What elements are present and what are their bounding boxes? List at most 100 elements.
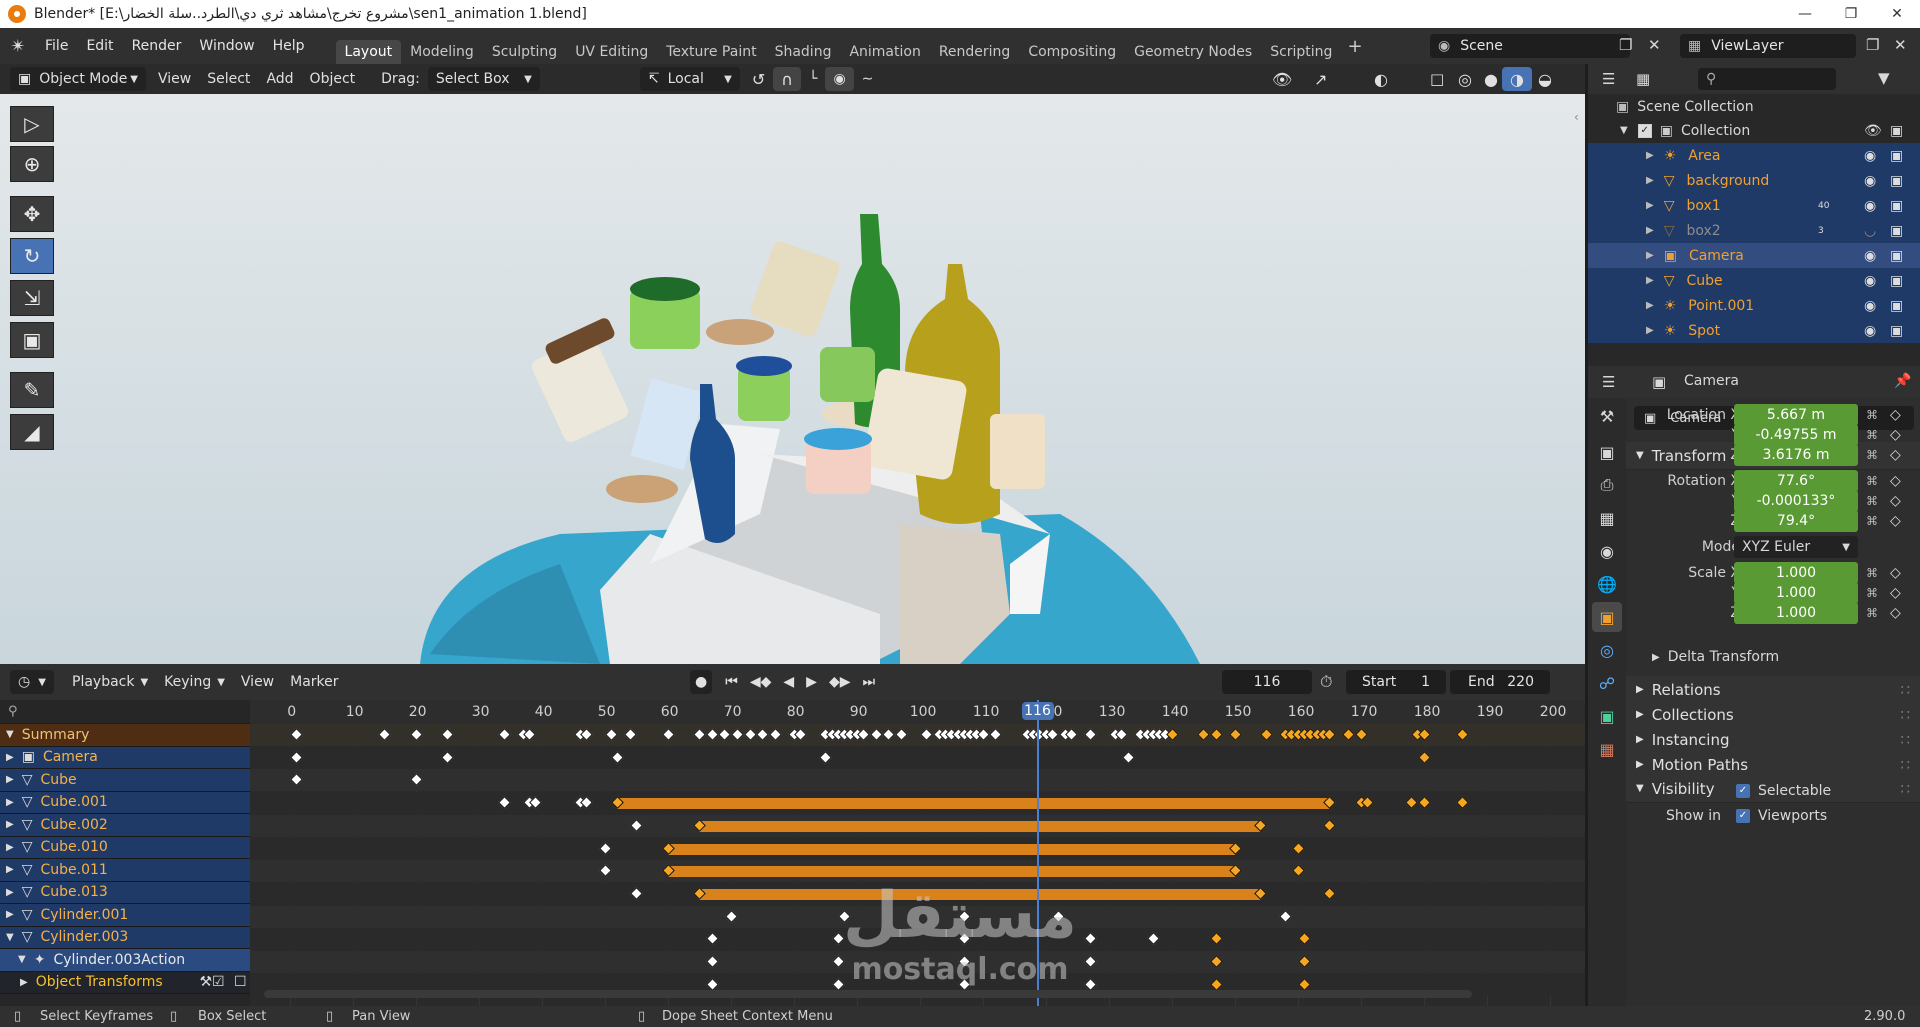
stopwatch-icon[interactable]: ⏱ [1320,672,1332,692]
keyframe[interactable] [705,728,719,741]
keyframe-hold-bar[interactable] [667,843,1235,855]
chevron-right-icon[interactable]: ▶ [6,819,14,830]
keyframe-row[interactable] [250,882,1585,905]
lock-icon[interactable]: ⌘ [1866,448,1878,462]
gizmo-icon[interactable]: ↗ [1306,67,1335,91]
keyframe[interactable] [409,773,423,787]
play-reverse-icon[interactable]: ◀ [780,670,797,694]
delete-scene-icon[interactable]: ✕ [1648,36,1661,54]
pin-icon[interactable]: 📌 [1894,373,1911,389]
keyframe[interactable] [498,728,511,741]
tab-compositing[interactable]: Compositing [1019,40,1125,64]
jump-end-icon[interactable]: ⏭ [859,670,878,694]
snap-magnet-icon[interactable]: ∩ [773,67,801,91]
render-tab-icon[interactable]: ▣ [1592,437,1622,467]
drag-select-box-dropdown[interactable]: Select Box ▼ [427,67,540,91]
render-camera-icon[interactable]: ▣ [1890,223,1903,239]
overlays-icon[interactable]: ◐ [1366,67,1396,91]
mode-selector[interactable]: ▣ Object Mode ▼ [10,67,146,91]
render-camera-icon[interactable]: ▣ [1890,198,1903,214]
keyframe-row[interactable] [250,905,1585,928]
keyframe-selected[interactable] [1417,796,1431,809]
keyframe[interactable] [290,773,303,787]
keyframe[interactable] [768,728,782,741]
keyframe-selected[interactable] [1298,977,1311,991]
keyframe-diamond-icon[interactable]: ◇ [1890,585,1901,601]
eye-icon[interactable]: 👁 [1864,123,1882,139]
close-icon[interactable]: ✕ [1874,0,1920,28]
filter-view-icon[interactable]: ▦ [1636,70,1650,88]
outliner-item-background[interactable]: ▶ ▽ background ◉ ▣ [1588,168,1920,193]
keyframe-diamond-icon[interactable]: ◇ [1890,447,1901,463]
keyframe-hold-bar[interactable] [617,798,1330,810]
delta-transform-row[interactable]: ▶ Delta Transform [1626,646,1920,668]
playhead-frame-label[interactable]: 116 [1021,702,1054,720]
outliner-item-box2[interactable]: ▶ ▽ box2 3 ◡ ▣ [1588,218,1920,243]
keyframe[interactable] [894,728,908,741]
menu-render[interactable]: Render [123,38,191,54]
keyframe[interactable] [409,728,423,741]
collection-checkbox[interactable]: ✓ [1637,123,1652,138]
lock-icon[interactable]: ⌘ [1866,566,1878,580]
keyframe-selected[interactable] [1455,796,1469,809]
keyframe-selected[interactable] [1323,887,1337,900]
visibility-icon[interactable]: 👁 [1264,67,1300,91]
keyframe[interactable] [1083,955,1097,968]
keyframe[interactable] [598,864,612,878]
section-collections[interactable]: ▶ Collections ∷ [1626,701,1920,729]
keyframe-selected[interactable] [1260,728,1274,741]
tab-shading[interactable]: Shading [766,40,841,64]
channel-cylinder-003action[interactable]: ▼ ✦ Cylinder.003Action [0,949,250,972]
render-camera-icon[interactable]: ▣ [1890,173,1903,189]
keyframe-selected[interactable] [1342,728,1355,741]
eye-icon[interactable]: ◉ [1864,323,1876,339]
lock-icon[interactable]: ⌘ [1866,494,1878,508]
keyframe-selected[interactable] [1209,728,1223,741]
channel-object-transforms[interactable]: ▶ Object Transforms ⚒ ☑ ☐ [0,971,250,994]
scene-selector[interactable]: ◉ Scene [1430,34,1630,58]
scale-x-field[interactable]: 1.000 [1734,562,1858,584]
keyframe[interactable] [957,932,971,946]
keyframe[interactable] [731,728,744,741]
lock-icon[interactable]: ⌘ [1866,408,1878,422]
outliner-item-box1[interactable]: ▶ ▽ box1 40 ◉ ▣ [1588,193,1920,218]
keyframe[interactable] [290,728,303,741]
channel-cube-002[interactable]: ▶ ▽ Cube.002 [0,814,250,837]
keyframe[interactable] [290,750,303,764]
keyframe-row[interactable] [250,724,1585,746]
chevron-right-icon[interactable]: ▶ [6,887,14,898]
dopesheet-menu-marker[interactable]: Marker [282,670,346,694]
eye-icon[interactable]: ◉ [1864,248,1876,264]
channel-cube-010[interactable]: ▶ ▽ Cube.010 [0,836,250,859]
keyframe[interactable] [1146,932,1160,946]
chevron-right-icon[interactable]: ▶ [6,864,14,875]
transform-orientation-dropdown[interactable]: ↸ Local ▼ [639,67,740,91]
keyframe-selected[interactable] [1405,796,1418,809]
lock-icon[interactable]: ☐ [234,974,247,990]
section-instancing[interactable]: ▶ Instancing ∷ [1626,726,1920,754]
tab-scripting[interactable]: Scripting [1261,40,1341,64]
add-workspace-button[interactable]: + [1347,36,1362,57]
material-shading-icon[interactable]: ◑ [1502,67,1532,91]
channel-cube-011[interactable]: ▶ ▽ Cube.011 [0,859,250,882]
blender-menu-icon[interactable]: ✴ [0,36,36,57]
render-camera-icon[interactable]: ▣ [1890,323,1903,339]
physics-tab-icon[interactable]: ◎ [1592,635,1622,665]
drag-handle-icon[interactable]: ∷ [1900,681,1910,699]
chevron-right-icon[interactable]: ▶ [1646,300,1654,311]
viewport-menu-add[interactable]: Add [258,67,301,91]
eye-icon[interactable]: ◉ [1864,148,1876,164]
keyframe-selected[interactable] [1298,932,1311,946]
tab-uv-editing[interactable]: UV Editing [566,40,657,64]
render-camera-icon[interactable]: ▣ [1890,298,1903,314]
keyframe[interactable] [989,728,1003,741]
constraints-tab-icon[interactable]: ☍ [1592,668,1622,698]
viewports-checkbox[interactable]: ✓ [1736,809,1750,823]
keyframe[interactable] [1083,977,1097,991]
chevron-right-icon[interactable]: ▶ [20,977,28,988]
outliner-item-camera[interactable]: ▶ ▣ Camera ◉ ▣ [1588,243,1920,268]
3d-viewport[interactable]: ‹ [0,94,1585,664]
keyframe-selected[interactable] [1291,864,1305,878]
falloff-icon[interactable]: ∼ [854,67,882,91]
keyframe[interactable] [743,728,757,741]
